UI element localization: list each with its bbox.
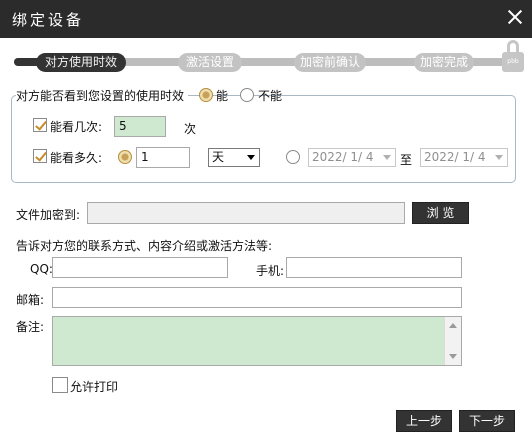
date-from-value: 2022/ 1/ 4 (312, 150, 374, 164)
chevron-down-icon (495, 155, 503, 160)
chevron-down-icon (383, 155, 391, 160)
close-icon[interactable] (506, 8, 524, 26)
qq-label: QQ: (30, 262, 53, 276)
visibility-yes-radio[interactable] (199, 88, 213, 102)
email-label: 邮箱: (16, 293, 45, 307)
step-2: 激活设置 (178, 53, 242, 72)
qq-input[interactable] (52, 257, 228, 278)
scroll-up-icon[interactable] (449, 323, 457, 328)
duration-radio[interactable] (118, 150, 132, 164)
duration-unit-value: 天 (212, 150, 225, 164)
date-to-value: 2022/ 1/ 4 (424, 150, 486, 164)
date-from-picker[interactable]: 2022/ 1/ 4 (308, 148, 396, 167)
email-input[interactable] (52, 287, 462, 308)
step-4: 加密完成 (414, 53, 474, 72)
times-input[interactable]: 5 (114, 116, 166, 137)
allow-print-label: 允许打印 (70, 380, 119, 394)
visibility-group (11, 95, 516, 183)
date-to-picker[interactable]: 2022/ 1/ 4 (420, 148, 508, 167)
window-title: 绑定设备 (12, 11, 85, 29)
date-range-radio[interactable] (286, 150, 300, 164)
encrypt-to-field[interactable] (87, 202, 405, 224)
browse-button[interactable]: 浏 览 (412, 202, 469, 224)
phone-label: 手机: (256, 264, 285, 278)
duration-checkbox[interactable] (33, 149, 47, 163)
scroll-down-icon[interactable] (449, 354, 457, 359)
lock-badge-text: pbb (502, 52, 524, 72)
note-scrollbar[interactable] (444, 317, 461, 365)
encrypt-to-label: 文件加密到: (16, 208, 81, 222)
step-1: 对方使用时效 (36, 53, 126, 72)
note-textarea[interactable] (52, 316, 462, 366)
duration-label: 能看多久: (50, 151, 103, 165)
duration-input[interactable]: 1 (136, 147, 190, 168)
step-3: 加密前确认 (294, 53, 366, 72)
next-button[interactable]: 下一步 (459, 410, 515, 432)
prev-button[interactable]: 上一步 (396, 410, 452, 432)
chevron-down-icon (247, 155, 255, 160)
note-label: 备注: (16, 320, 45, 334)
allow-print-checkbox[interactable] (52, 377, 68, 393)
times-label: 能看几次: (50, 120, 103, 134)
duration-unit-select[interactable]: 天 (208, 148, 260, 167)
visibility-yes-label: 能 (216, 89, 229, 103)
contact-heading: 告诉对方您的联系方式、内容介绍或激活方法等: (16, 239, 273, 253)
times-unit: 次 (184, 122, 197, 136)
date-to-label: 至 (400, 153, 413, 167)
visibility-no-label: 不能 (258, 89, 283, 103)
times-checkbox[interactable] (33, 118, 47, 132)
lock-icon: pbb (502, 40, 524, 72)
visibility-no-radio[interactable] (240, 88, 254, 102)
title-bar: 绑定设备 (0, 0, 532, 38)
visibility-legend: 对方能否看到您设置的使用时效 (16, 87, 189, 104)
phone-input[interactable] (286, 257, 462, 278)
